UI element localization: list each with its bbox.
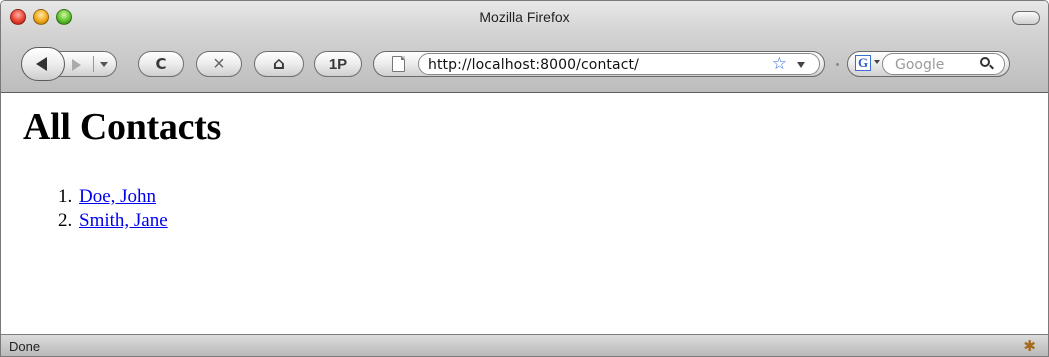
url-field[interactable]: http://localhost:8000/contact/ ☆	[418, 53, 820, 75]
magnifier-icon[interactable]	[980, 57, 990, 67]
stop-button[interactable]: ×	[196, 51, 242, 77]
window-title: Mozilla Firefox	[479, 9, 570, 25]
onepassword-label: 1P	[328, 55, 348, 73]
star-icon[interactable]: ☆	[772, 54, 787, 74]
url-dropdown-icon[interactable]	[797, 62, 805, 68]
search-bar[interactable]: G Google	[847, 51, 1010, 77]
back-button[interactable]	[21, 47, 65, 81]
home-icon: ⌂	[272, 54, 286, 74]
navigation-toolbar: C × ⌂ 1P http://localhost:8000/contact/ …	[1, 47, 1048, 83]
forward-separator	[93, 56, 94, 72]
list-item: Smith, Jane	[77, 209, 168, 233]
toolbar-toggle-button[interactable]	[1012, 11, 1040, 25]
contact-link-smith-jane[interactable]: Smith, Jane	[79, 210, 168, 231]
address-bar[interactable]: http://localhost:8000/contact/ ☆	[373, 51, 825, 77]
page-content: All Contacts Doe, John Smith, Jane	[1, 93, 1048, 335]
stop-icon: ×	[213, 52, 225, 75]
status-bar: Done ✱	[1, 334, 1048, 356]
url-text[interactable]: http://localhost:8000/contact/	[428, 57, 639, 73]
status-text: Done	[9, 339, 41, 354]
contact-list: Doe, John Smith, Jane	[31, 185, 168, 233]
page-icon[interactable]	[392, 56, 405, 72]
search-placeholder: Google	[895, 57, 945, 73]
window-chrome: Mozilla Firefox C × ⌂ 1P http://localhos…	[1, 1, 1048, 93]
browser-window: Mozilla Firefox C × ⌂ 1P http://localhos…	[0, 0, 1049, 357]
reload-icon: C	[155, 55, 167, 73]
onepassword-button[interactable]: 1P	[314, 51, 362, 77]
contact-link-doe-john[interactable]: Doe, John	[79, 186, 156, 207]
page-title: All Contacts	[23, 106, 221, 148]
back-arrow-icon	[36, 57, 47, 71]
activity-icon: ✱	[1023, 338, 1036, 355]
reload-button[interactable]: C	[138, 51, 184, 77]
search-input[interactable]: Google	[882, 53, 1005, 75]
forward-arrow-icon	[72, 59, 81, 71]
toolbar-separator	[836, 63, 839, 66]
history-dropdown-icon[interactable]	[100, 62, 108, 67]
google-engine-icon[interactable]: G	[855, 55, 871, 71]
home-button[interactable]: ⌂	[254, 51, 304, 77]
search-engine-dropdown-icon[interactable]	[874, 60, 880, 64]
list-item: Doe, John	[77, 185, 168, 209]
back-forward-group	[21, 47, 129, 81]
